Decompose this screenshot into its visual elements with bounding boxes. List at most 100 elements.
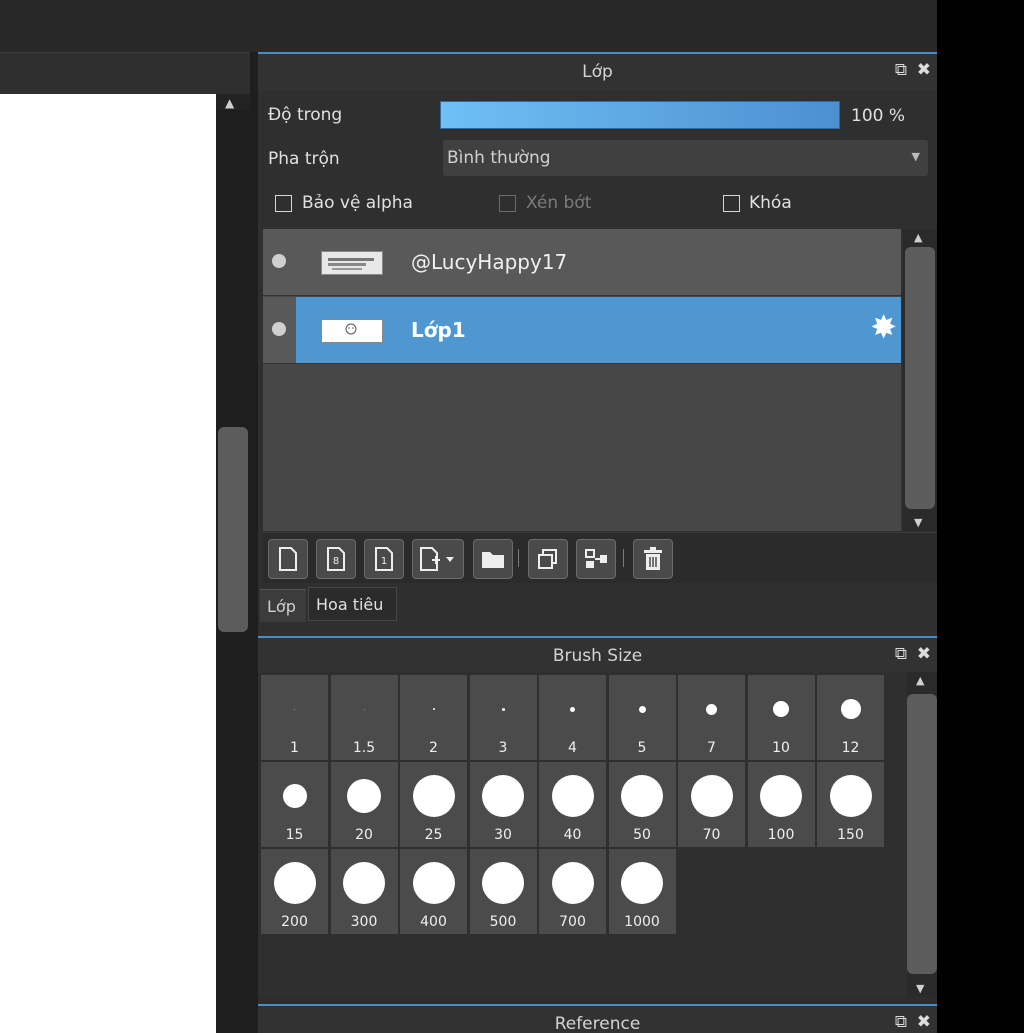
brush-size-2[interactable]: 2 <box>400 675 467 760</box>
brush-panel-scrollbar[interactable]: ▲ ▼ <box>907 672 937 997</box>
brush-dot-icon <box>432 708 435 710</box>
brush-dot-icon <box>412 862 455 904</box>
brush-size-5[interactable]: 5 <box>608 675 676 760</box>
brush-size-500[interactable]: 500 <box>469 849 537 934</box>
brush-size-value: 200 <box>281 914 308 930</box>
brush-panel-header: Brush Size ⧉ ✖ <box>258 636 937 674</box>
new-layer-button[interactable] <box>268 539 308 579</box>
svg-text:1: 1 <box>381 556 387 567</box>
new-folder-button[interactable] <box>473 539 513 579</box>
brush-size-300[interactable]: 300 <box>330 849 398 934</box>
brush-dot-icon <box>551 775 594 817</box>
visibility-cell[interactable] <box>263 297 296 363</box>
brush-size-200[interactable]: 200 <box>261 849 328 934</box>
reference-panel-title: Reference <box>554 1014 641 1033</box>
brush-dot-icon <box>294 708 295 710</box>
brush-size-value: 1000 <box>624 914 660 930</box>
scroll-up-arrow-icon[interactable]: ▲ <box>225 96 234 110</box>
brush-size-15[interactable]: 15 <box>261 762 328 847</box>
brush-size-1.5[interactable]: 1.5 <box>330 675 398 760</box>
close-icon[interactable]: ✖ <box>917 1012 931 1032</box>
reference-panel-header: Reference ⧉ ✖ <box>258 1004 937 1033</box>
popout-icon[interactable]: ⧉ <box>895 60 907 80</box>
popout-icon[interactable]: ⧉ <box>895 1012 907 1032</box>
tab-navigator[interactable]: Hoa tiêu <box>308 587 397 621</box>
brush-size-value: 30 <box>494 827 512 843</box>
lock-checkbox[interactable] <box>723 195 740 212</box>
close-icon[interactable]: ✖ <box>917 644 931 664</box>
scroll-thumb[interactable] <box>907 694 937 974</box>
blend-mode-select[interactable]: Bình thường ▼ <box>443 140 928 176</box>
new-1bit-layer-button[interactable]: 1 <box>364 539 404 579</box>
brush-size-20[interactable]: 20 <box>330 762 398 847</box>
brush-size-value: 300 <box>350 914 378 930</box>
brush-size-7[interactable]: 7 <box>678 675 745 760</box>
scroll-thumb[interactable] <box>218 427 248 632</box>
layer-row-lucyhappy17[interactable]: @LucyHappy17 <box>263 229 901 296</box>
brush-size-150[interactable]: 150 <box>817 762 884 847</box>
drawing-canvas[interactable] <box>0 94 216 1033</box>
brush-size-50[interactable]: 50 <box>608 762 676 847</box>
visibility-icon[interactable] <box>272 254 286 268</box>
brush-size-value: 50 <box>633 827 651 843</box>
brush-size-70[interactable]: 70 <box>678 762 745 847</box>
delete-layer-button[interactable] <box>633 539 673 579</box>
duplicate-layer-button[interactable] <box>528 539 568 579</box>
brush-size-12[interactable]: 12 <box>817 675 884 760</box>
brush-dot-icon <box>690 775 733 817</box>
brush-dot-icon <box>363 708 365 710</box>
brush-dot-icon <box>621 775 663 817</box>
canvas-scrollbar[interactable]: ▲ <box>216 94 250 1033</box>
visibility-cell[interactable] <box>263 229 296 295</box>
brush-size-10[interactable]: 10 <box>747 675 815 760</box>
layer-list-scrollbar[interactable]: ▲ ▼ <box>903 229 937 531</box>
brush-size-value: 700 <box>559 914 586 930</box>
brush-dot-icon <box>273 862 316 904</box>
protect-alpha-checkbox[interactable] <box>275 195 292 212</box>
lock-label: Khóa <box>749 193 792 213</box>
scroll-up-arrow-icon[interactable]: ▲ <box>914 231 922 244</box>
opacity-slider[interactable] <box>440 101 840 129</box>
brush-size-3[interactable]: 3 <box>469 675 537 760</box>
clipping-label: Xén bớt <box>526 193 592 213</box>
blend-mode-value: Bình thường <box>447 148 551 168</box>
duplicate-icon <box>538 549 557 569</box>
brush-dot-icon <box>760 775 802 817</box>
scroll-down-arrow-icon[interactable]: ▼ <box>914 516 922 529</box>
protect-alpha-label: Bảo vệ alpha <box>302 193 413 213</box>
panel-divider[interactable] <box>250 52 258 1033</box>
popout-icon[interactable]: ⧉ <box>895 644 907 664</box>
brush-dot-icon <box>840 699 861 719</box>
brush-size-40[interactable]: 40 <box>539 762 606 847</box>
add-layer-icon <box>420 547 454 571</box>
merge-layer-button[interactable] <box>576 539 616 579</box>
brush-size-100[interactable]: 100 <box>747 762 815 847</box>
brush-size-30[interactable]: 30 <box>469 762 537 847</box>
brush-size-25[interactable]: 25 <box>400 762 467 847</box>
brush-size-1000[interactable]: 1000 <box>608 849 676 934</box>
brush-size-700[interactable]: 700 <box>539 849 606 934</box>
brush-dot-icon <box>829 775 872 817</box>
new-8bit-layer-button[interactable]: 8 <box>316 539 356 579</box>
visibility-icon[interactable] <box>272 322 286 336</box>
add-layer-dropdown-button[interactable] <box>412 539 464 579</box>
brush-size-400[interactable]: 400 <box>400 849 467 934</box>
scroll-thumb[interactable] <box>905 247 935 509</box>
brush-size-value: 25 <box>424 827 443 843</box>
scroll-up-arrow-icon[interactable]: ▲ <box>916 674 924 687</box>
scroll-down-arrow-icon[interactable]: ▼ <box>916 982 924 995</box>
layer-thumbnail <box>321 251 383 275</box>
brush-size-4[interactable]: 4 <box>539 675 606 760</box>
layer-row-lop1[interactable]: Lớp1 ✸ <box>263 297 901 364</box>
gear-icon[interactable]: ✸ <box>870 311 897 343</box>
toolbar-separator <box>518 549 519 567</box>
close-icon[interactable]: ✖ <box>917 60 931 80</box>
brush-dot-icon <box>343 862 385 904</box>
layer-panel: Độ trong 100 % Pha trộn Bình thường ▼ Bả… <box>258 90 937 636</box>
brush-dot-icon <box>621 862 663 904</box>
brush-size-1[interactable]: 1 <box>261 675 328 760</box>
brush-size-value: 5 <box>637 740 647 756</box>
app-window: ▲ Lớp ⧉ ✖ Độ trong 100 % Pha trộn Bình t… <box>0 0 937 1033</box>
tab-layers[interactable]: Lớp <box>260 589 306 622</box>
layer-name: Lớp1 <box>411 318 466 342</box>
